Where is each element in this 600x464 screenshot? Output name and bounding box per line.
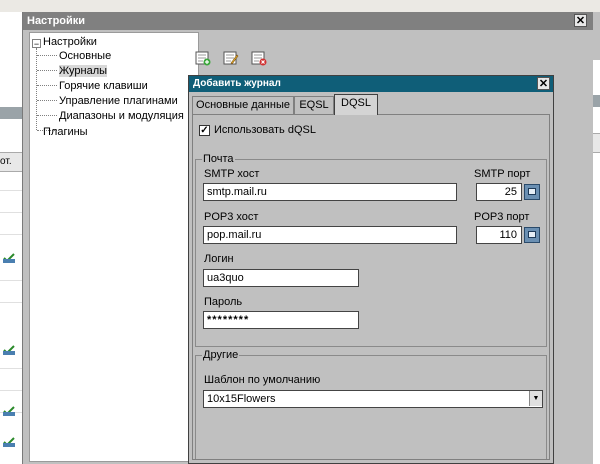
login-input[interactable]: ua3quo: [203, 269, 359, 287]
background-band: [0, 107, 22, 119]
tree-line: [37, 115, 57, 116]
edit-log-icon[interactable]: [223, 50, 239, 66]
tree-item-general[interactable]: Основные: [59, 50, 111, 62]
default-template-select[interactable]: 10x15Flowers ▼: [203, 390, 543, 408]
tree-line: [37, 85, 57, 86]
table-row: [0, 234, 22, 235]
tree-item-bands-modulation[interactable]: Диапазоны и модуляция: [59, 110, 184, 122]
pop3-port-label: POP3 порт: [474, 211, 530, 223]
dqsl-tab-panel: ✓ Использовать dQSL Почта SMTP хост smtp…: [192, 114, 550, 460]
add-log-icon[interactable]: [195, 50, 211, 66]
smtp-host-label: SMTP хост: [204, 168, 260, 180]
table-row: [0, 190, 22, 191]
table-row: [0, 368, 22, 369]
smtp-port-picker-icon[interactable]: [524, 184, 540, 200]
add-log-dialog: Добавить журнал ✕ Основные данные EQSL D…: [188, 75, 554, 464]
table-row: [0, 302, 22, 303]
smtp-host-input[interactable]: smtp.mail.ru: [203, 183, 457, 201]
settings-close-button[interactable]: ✕: [574, 14, 587, 27]
default-template-label: Шаблон по умолчанию: [204, 374, 321, 386]
table-row: [0, 212, 22, 213]
pop3-port-picker-icon[interactable]: [524, 227, 540, 243]
background-app-toolbar: [0, 0, 600, 12]
tab-dqsl[interactable]: DQSL: [334, 94, 378, 115]
delete-log-icon[interactable]: [251, 50, 267, 66]
confirmed-check-icon: [3, 253, 15, 263]
smtp-port-input[interactable]: 25: [476, 183, 522, 201]
dialog-title-bar: Добавить журнал: [189, 76, 553, 92]
tab-eqsl[interactable]: EQSL: [294, 96, 334, 114]
tree-item-settings[interactable]: Настройки: [43, 36, 97, 48]
dialog-close-button[interactable]: ✕: [537, 77, 550, 90]
background-column-header[interactable]: от.: [0, 152, 22, 172]
pop3-port-input[interactable]: 110: [476, 226, 522, 244]
tree-item-plugin-management[interactable]: Управление плагинами: [59, 95, 178, 107]
tree-item-hotkeys[interactable]: Горячие клавиши: [59, 80, 148, 92]
tree-item-plugins[interactable]: Плагины: [43, 126, 88, 138]
password-label: Пароль: [204, 296, 243, 308]
other-group-title: Другие: [202, 349, 240, 361]
use-dqsl-checkbox[interactable]: ✓: [199, 125, 210, 136]
confirmed-check-icon: [3, 406, 15, 416]
dialog-title: Добавить журнал: [193, 78, 281, 89]
settings-title-bar: Настройки: [23, 12, 593, 30]
confirmed-check-icon: [3, 437, 15, 447]
mail-group-title: Почта: [202, 153, 235, 165]
background-log-table-left: от.: [0, 12, 23, 464]
mail-group: Почта SMTP хост smtp.mail.ru SMTP порт 2…: [195, 153, 547, 347]
chevron-down-icon[interactable]: ▼: [529, 391, 542, 406]
tree-collapse-icon[interactable]: −: [32, 39, 41, 49]
settings-tree: − Настройки Основные Журналы Горячие кла…: [29, 32, 199, 462]
confirmed-check-icon: [3, 345, 15, 355]
tree-item-logs[interactable]: Журналы: [59, 65, 108, 77]
table-row: [0, 280, 22, 281]
password-input[interactable]: ********: [203, 311, 359, 329]
default-template-value: 10x15Flowers: [207, 393, 276, 405]
tree-line: [37, 100, 57, 101]
settings-title: Настройки: [27, 15, 86, 27]
tree-line: [36, 48, 37, 130]
login-label: Логин: [204, 253, 234, 265]
use-dqsl-label: Использовать dQSL: [214, 124, 316, 136]
other-group: Другие Шаблон по умолчанию 10x15Flowers …: [195, 349, 547, 459]
table-row: [0, 390, 22, 391]
tab-main-data[interactable]: Основные данные: [192, 96, 294, 114]
pop3-host-label: POP3 хост: [204, 211, 259, 223]
tree-line: [37, 70, 57, 71]
smtp-port-label: SMTP порт: [474, 168, 531, 180]
pop3-host-input[interactable]: pop.mail.ru: [203, 226, 457, 244]
tree-line: [37, 55, 57, 56]
